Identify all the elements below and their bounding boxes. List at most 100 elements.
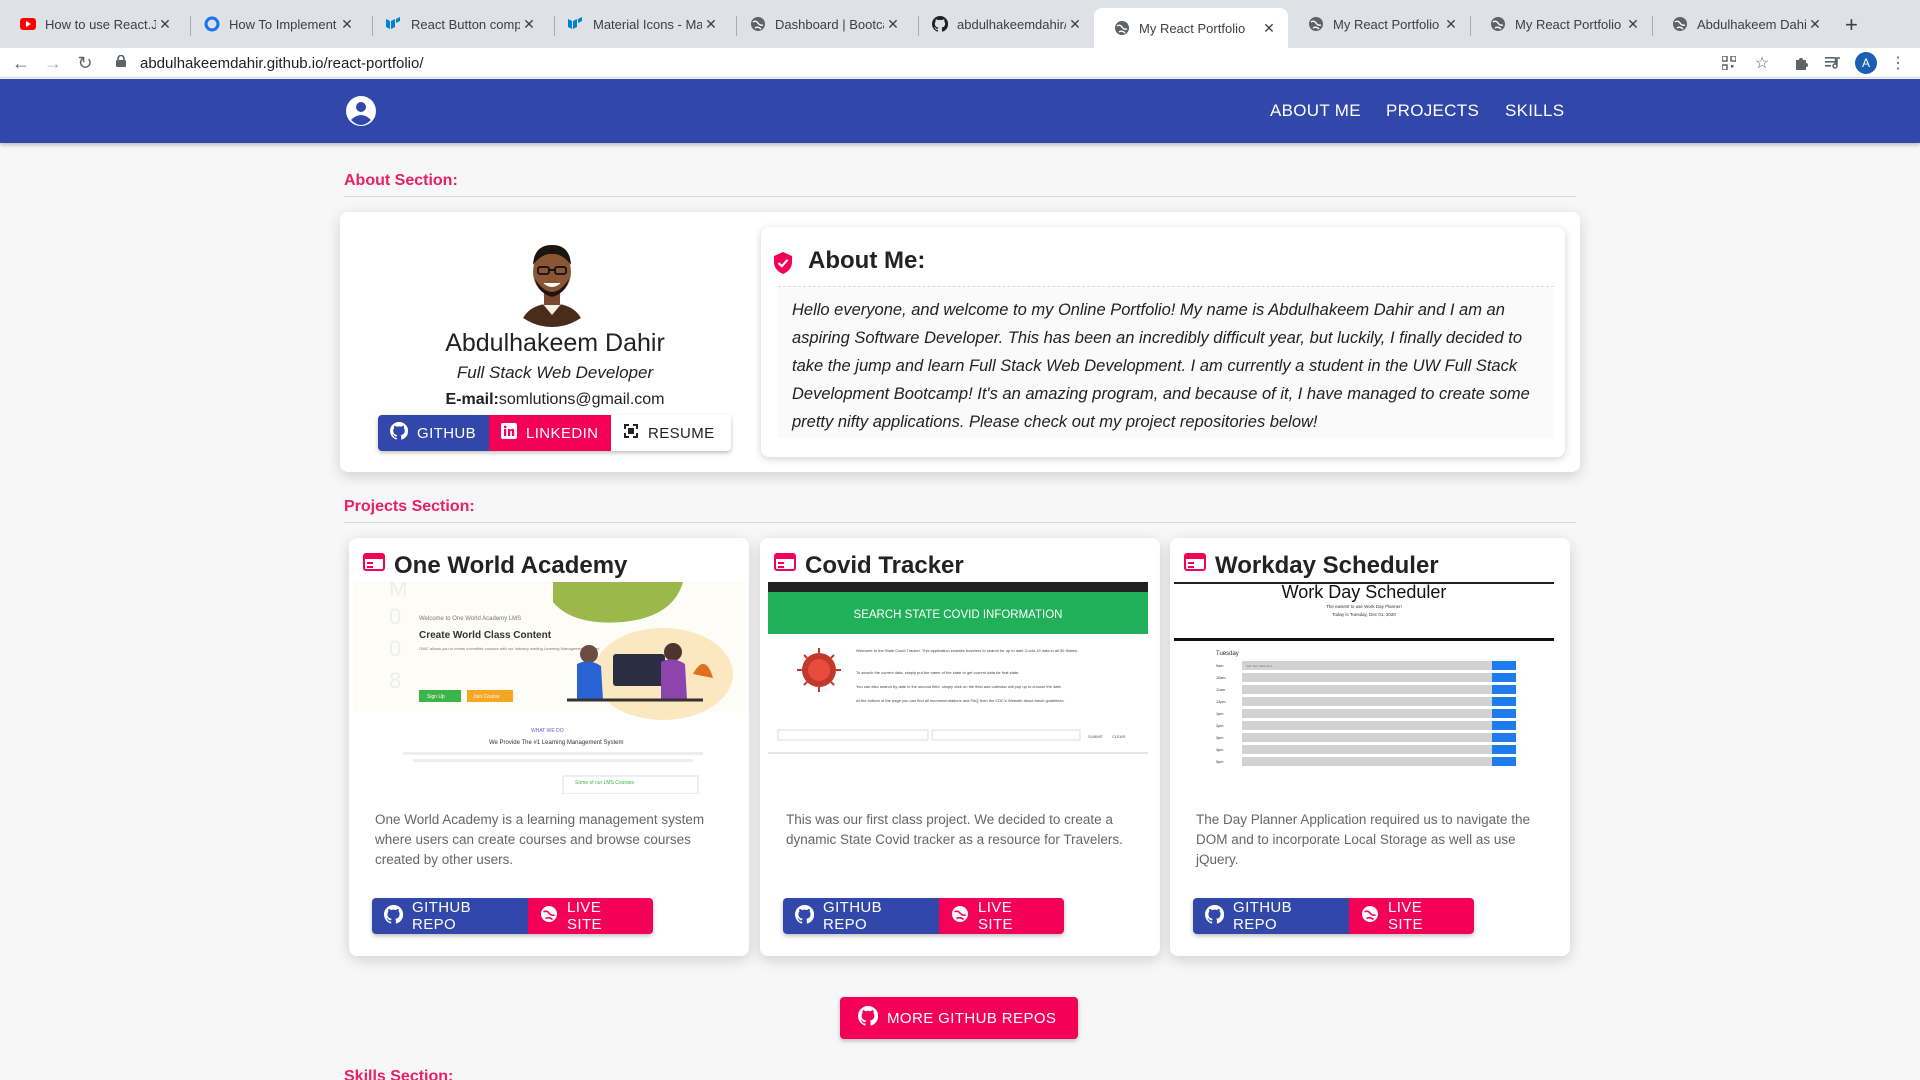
screenshot-hour: 4pm <box>1216 748 1223 752</box>
back-icon[interactable]: ← <box>10 52 32 74</box>
lock-icon <box>116 54 130 72</box>
about-me-text: Hello everyone, and welcome to my Online… <box>778 288 1554 438</box>
web-window-icon <box>1184 553 1206 576</box>
screenshot-hour: 10am <box>1216 676 1226 680</box>
globe-icon <box>1361 905 1388 927</box>
close-icon[interactable]: ✕ <box>884 16 902 33</box>
project-card: Covid Tracker SEARCH STATE COVID INFORMA… <box>760 538 1160 956</box>
profile-avatar[interactable]: A <box>1855 52 1877 74</box>
github-button[interactable]: GITHUB <box>378 415 489 451</box>
live-site-button[interactable]: LIVE SITE <box>1349 898 1474 934</box>
screenshot-banner: SEARCH STATE COVID INFORMATION <box>854 609 1063 621</box>
screenshot-line1: Welcome to the State Covid Tracker. This… <box>856 648 1078 653</box>
close-icon[interactable]: ✕ <box>1624 16 1642 33</box>
media-controls-icon[interactable] <box>1822 52 1844 74</box>
more-github-repos-label: MORE GITHUB REPOS <box>887 1009 1057 1027</box>
close-icon[interactable]: ✕ <box>702 16 720 33</box>
browser-tab[interactable]: abdulhakeemdahir/re ✕ <box>912 9 1094 39</box>
browser-tab-title: How To Implement S <box>229 16 338 32</box>
qr-code-icon[interactable] <box>1718 52 1740 74</box>
screenshot-provide: We Provide The #1 Learning Management Sy… <box>489 740 624 746</box>
browser-tab[interactable]: Dashboard | Bootcam ✕ <box>730 9 912 39</box>
github-repo-button[interactable]: GITHUB REPO <box>372 898 528 934</box>
project-screenshot: Work Day Scheduler The easiest to use Wo… <box>1174 582 1566 794</box>
more-github-repos-button[interactable]: MORE GITHUB REPOS <box>840 997 1079 1039</box>
browser-tab[interactable]: My React Portfolio ✕ <box>1470 9 1652 39</box>
globe-icon <box>1308 16 1324 32</box>
forward-icon[interactable]: → <box>42 52 64 74</box>
live-site-label: LIVE SITE <box>978 899 1013 933</box>
close-icon[interactable]: ✕ <box>1260 20 1278 37</box>
live-site-label: LIVE SITE <box>1388 899 1423 933</box>
screenshot-day: Tuesday <box>1216 651 1239 657</box>
github-icon <box>794 904 823 928</box>
about-divider <box>778 286 1554 287</box>
nav-skills[interactable]: SKILLS <box>1505 101 1564 121</box>
github-icon <box>383 904 412 928</box>
address-url: abdulhakeemdahir.github.io/react-portfol… <box>140 54 424 72</box>
screenshot-heading: Create World Class Content <box>419 630 552 641</box>
bookmark-star-icon[interactable]: ☆ <box>1751 52 1773 74</box>
projects-section-label: Projects Section: <box>344 498 475 515</box>
profile-name: Abdulhakeem Dahir <box>445 329 665 357</box>
browser-tab-title: Abdulhakeem Dahir | <box>1697 16 1806 32</box>
close-icon[interactable]: ✕ <box>1442 16 1460 33</box>
svg-text:0: 0 <box>389 636 401 661</box>
email-label: E-mail: <box>445 391 499 408</box>
project-description: This was our first class project. We dec… <box>786 812 1123 847</box>
nav-about-me[interactable]: ABOUT ME <box>1270 101 1361 121</box>
profile-button-group: GITHUB LINKEDIN RESUME <box>378 415 731 451</box>
material-ui-icon <box>386 16 402 32</box>
close-icon[interactable]: ✕ <box>520 16 538 33</box>
browser-tab[interactable]: How To Implement S ✕ <box>184 9 366 39</box>
screenshot-hour: 2pm <box>1216 724 1223 728</box>
project-buttons: GITHUB REPO LIVE SITE <box>783 898 1064 934</box>
browser-tab[interactable]: My React Portfolio ✕ <box>1288 9 1470 39</box>
screenshot-submit: SUBMIT <box>1088 734 1104 739</box>
reload-icon[interactable]: ↻ <box>74 52 96 74</box>
globe-icon <box>951 905 978 927</box>
svg-text:0: 0 <box>389 604 401 629</box>
project-buttons: GITHUB REPO LIVE SITE <box>372 898 653 934</box>
project-description: The Day Planner Application required us … <box>1196 812 1530 867</box>
browser-tab[interactable]: Material Icons - Mate ✕ <box>548 9 730 39</box>
new-tab-icon[interactable]: + <box>1845 12 1858 38</box>
close-icon[interactable]: ✕ <box>338 16 356 33</box>
browser-tab[interactable]: Abdulhakeem Dahir | ✕ <box>1652 9 1834 39</box>
live-site-label: LIVE SITE <box>567 899 602 933</box>
more-menu-icon[interactable]: ⋮ <box>1887 52 1909 74</box>
live-site-button[interactable]: LIVE SITE <box>939 898 1064 934</box>
project-card: One World Academy M 0 0 8 Welcome to One… <box>349 538 749 956</box>
section-divider <box>344 196 1576 197</box>
about-me-title: About Me: <box>808 247 926 274</box>
screenshot-line3: You can also search by date in the secon… <box>856 684 1062 689</box>
browser-tab-active[interactable]: My React Portfolio ✕ <box>1094 8 1288 48</box>
close-icon[interactable]: ✕ <box>1066 16 1084 33</box>
screenshot-welcome: Welcome to One World Academy LMS <box>419 616 521 622</box>
resume-button[interactable]: RESUME <box>611 415 731 451</box>
globe-icon <box>1114 20 1130 36</box>
project-title: One World Academy <box>394 552 628 579</box>
profile-email: E-mail:somlutions@gmail.com <box>340 391 770 409</box>
web-window-icon <box>363 553 385 576</box>
github-repo-button[interactable]: GITHUB REPO <box>783 898 939 934</box>
linkedin-button-label: LINKEDIN <box>526 424 599 442</box>
linkedin-button[interactable]: LINKEDIN <box>489 415 611 451</box>
extensions-icon[interactable] <box>1790 52 1812 74</box>
account-circle-icon[interactable] <box>346 96 376 126</box>
material-ui-icon <box>568 16 584 32</box>
nav-projects[interactable]: PROJECTS <box>1386 101 1479 121</box>
screenshot-blurb: OWC allows you to create incredible cour… <box>419 646 600 651</box>
github-repo-button[interactable]: GITHUB REPO <box>1193 898 1349 934</box>
screenshot-hour: 3pm <box>1216 736 1223 740</box>
browser-tab[interactable]: How to use React.JS ✕ <box>0 9 184 39</box>
screenshot-hour: 11am <box>1216 688 1225 692</box>
live-site-button[interactable]: LIVE SITE <box>528 898 653 934</box>
close-icon[interactable]: ✕ <box>156 16 174 33</box>
screenshot-hour: 5pm <box>1216 760 1223 764</box>
project-description: One World Academy is a learning manageme… <box>375 812 705 867</box>
browser-tab[interactable]: React Button compo ✕ <box>366 9 548 39</box>
close-icon[interactable]: ✕ <box>1806 16 1824 33</box>
address-bar[interactable]: abdulhakeemdahir.github.io/react-portfol… <box>108 50 1758 76</box>
linkedin-icon <box>501 423 526 443</box>
